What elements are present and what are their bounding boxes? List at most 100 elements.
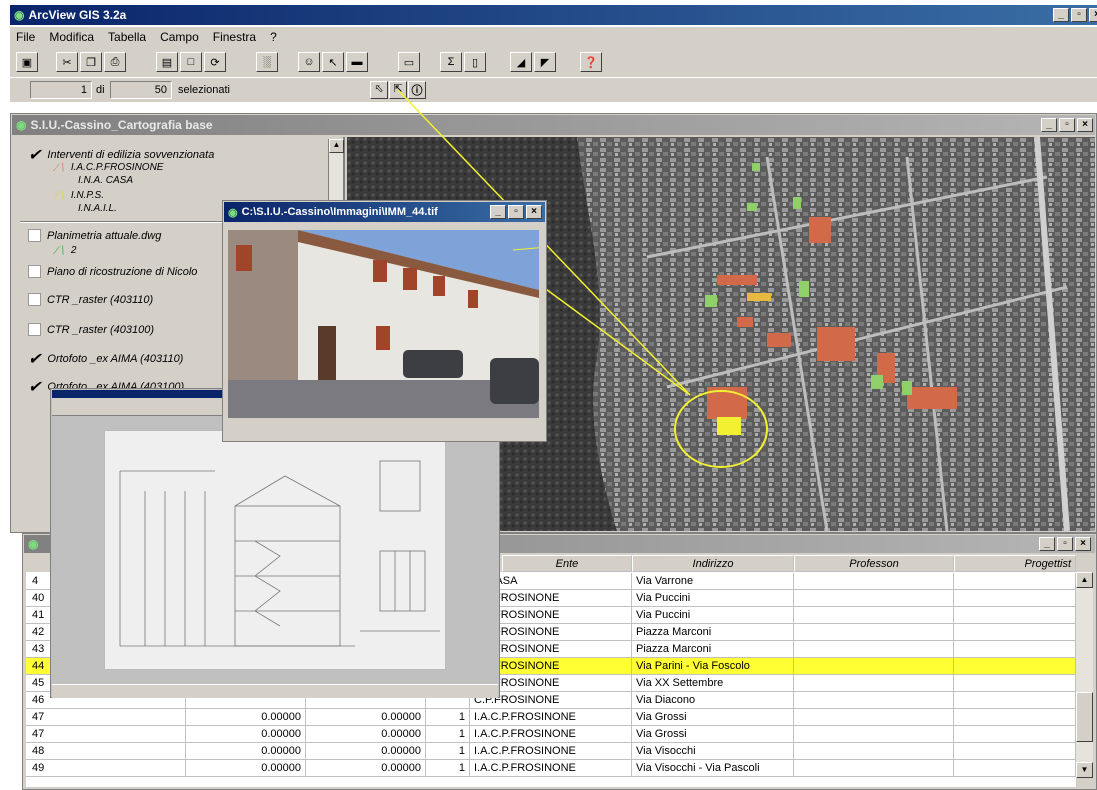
layer-checkbox[interactable] (28, 229, 41, 242)
minimize-button[interactable]: _ (1041, 118, 1057, 132)
legend-layer-ctr-403110[interactable]: CTR _raster (403110) (28, 293, 153, 306)
table-scrollbar[interactable]: ▲ ▼ (1076, 572, 1093, 778)
query-icon[interactable]: ↖ (322, 52, 344, 72)
cell-professon[interactable] (794, 590, 954, 607)
table-icon[interactable]: ▤ (156, 52, 178, 72)
cell-progettist[interactable] (954, 641, 1076, 658)
identify-icon[interactable]: ⓘ (408, 81, 426, 99)
cell-indirizzo[interactable]: Via Visocchi (632, 743, 794, 760)
cell-indirizzo[interactable]: Piazza Marconi (632, 624, 794, 641)
menu-file[interactable]: File (16, 30, 35, 44)
cell-value-2[interactable]: 0.00000 (306, 743, 426, 760)
layer-checkbox[interactable] (28, 265, 41, 278)
cell-progettist[interactable] (954, 573, 1076, 590)
maximize-button[interactable]: ▫ (1057, 537, 1073, 551)
refresh-icon[interactable]: ⟳ (204, 52, 226, 72)
cell-professon[interactable] (794, 641, 954, 658)
vertex-select-icon[interactable]: ⇱ (389, 81, 407, 99)
cell-id[interactable]: 48 (26, 743, 186, 760)
cell-ente[interactable]: I.A.C.P.FROSINONE (470, 743, 632, 760)
cell-professon[interactable] (794, 692, 954, 709)
find-icon[interactable]: ☺ (298, 52, 320, 72)
cell-indirizzo[interactable]: Via Grossi (632, 726, 794, 743)
cell-ente[interactable]: I.A.C.P.FROSINONE (470, 760, 632, 777)
menu-tabella[interactable]: Tabella (108, 30, 146, 44)
column-header-progettist[interactable]: Progettist (954, 555, 1076, 572)
close-button[interactable]: × (1077, 118, 1093, 132)
sort-icon[interactable]: ▬ (346, 52, 368, 72)
legend-layer-piano-ricostruzione[interactable]: Piano di ricostruzione di Nicolo (28, 265, 197, 278)
cell-indirizzo[interactable]: Via Diacono (632, 692, 794, 709)
cell-value-2[interactable]: 0.00000 (306, 709, 426, 726)
cell-count[interactable]: 1 (426, 760, 470, 777)
maximize-button[interactable]: ▫ (508, 205, 524, 219)
cell-value-1[interactable]: 0.00000 (186, 760, 306, 777)
cell-indirizzo[interactable]: Via Varrone (632, 573, 794, 590)
cell-indirizzo[interactable]: Via Visocchi - Via Pascoli (632, 760, 794, 777)
menu-campo[interactable]: Campo (160, 30, 199, 44)
column-header-ente[interactable]: Ente (502, 555, 632, 572)
cell-progettist[interactable] (954, 760, 1076, 777)
checkmark-icon[interactable]: ✔ (28, 377, 41, 397)
cell-value-1[interactable]: 0.00000 (186, 709, 306, 726)
menu-modifica[interactable]: Modifica (49, 30, 94, 44)
cell-progettist[interactable] (954, 726, 1076, 743)
legend-layer-planimetria[interactable]: Planimetria attuale.dwg (28, 229, 161, 242)
cell-value-2[interactable]: 0.00000 (306, 726, 426, 743)
cell-indirizzo[interactable]: Via Puccini (632, 607, 794, 624)
cell-professon[interactable] (794, 607, 954, 624)
join-icon[interactable]: ▭ (398, 52, 420, 72)
menu-help[interactable]: ? (270, 30, 277, 44)
chart-icon[interactable]: ░ (256, 52, 278, 72)
minimize-button[interactable]: _ (1053, 8, 1069, 22)
cell-ente[interactable]: I.A.C.P.FROSINONE (470, 709, 632, 726)
cell-progettist[interactable] (954, 692, 1076, 709)
cell-value-1[interactable]: 0.00000 (186, 743, 306, 760)
cell-progettist[interactable] (954, 590, 1076, 607)
cell-professon[interactable] (794, 726, 954, 743)
cell-professon[interactable] (794, 573, 954, 590)
menu-finestra[interactable]: Finestra (213, 30, 256, 44)
paste-icon[interactable]: ⎙ (104, 52, 126, 72)
cell-count[interactable]: 1 (426, 743, 470, 760)
scroll-up-arrow-icon[interactable]: ▲ (1076, 572, 1093, 588)
scroll-down-arrow-icon[interactable]: ▼ (1076, 762, 1093, 778)
cell-indirizzo[interactable]: Via Grossi (632, 709, 794, 726)
pointer-icon[interactable]: ⬁ (370, 81, 388, 99)
close-button[interactable]: × (1075, 537, 1091, 551)
copy-icon[interactable]: ❐ (80, 52, 102, 72)
cell-professon[interactable] (794, 624, 954, 641)
cut-icon[interactable]: ✂ (56, 52, 78, 72)
minimize-button[interactable]: _ (1039, 537, 1055, 551)
cell-professon[interactable] (794, 743, 954, 760)
cell-progettist[interactable] (954, 607, 1076, 624)
cell-progettist[interactable] (954, 743, 1076, 760)
help-pointer-icon[interactable]: ❓ (580, 52, 602, 72)
close-button[interactable]: × (526, 205, 542, 219)
close-button[interactable]: × (1089, 8, 1097, 22)
maximize-button[interactable]: ▫ (1059, 118, 1075, 132)
cell-id[interactable]: 47 (26, 726, 186, 743)
minimize-button[interactable]: _ (490, 205, 506, 219)
legend-layer-ctr-403100[interactable]: CTR _raster (403100) (28, 323, 154, 336)
layer-checkbox[interactable] (28, 293, 41, 306)
maximize-button[interactable]: ▫ (1071, 8, 1087, 22)
cell-value-2[interactable]: 0.00000 (306, 760, 426, 777)
cell-professon[interactable] (794, 658, 954, 675)
sum-icon[interactable]: Σ (440, 52, 462, 72)
cell-progettist[interactable] (954, 709, 1076, 726)
cell-id[interactable]: 49 (26, 760, 186, 777)
cell-indirizzo[interactable]: Via XX Settembre (632, 675, 794, 692)
cell-id[interactable]: 47 (26, 709, 186, 726)
sort-asc-icon[interactable]: ◢ (510, 52, 532, 72)
cell-professon[interactable] (794, 675, 954, 692)
checkmark-icon[interactable]: ✔ (28, 145, 41, 165)
column-header-indirizzo[interactable]: Indirizzo (632, 555, 794, 572)
stats-icon[interactable]: ▯ (464, 52, 486, 72)
cell-progettist[interactable] (954, 675, 1076, 692)
cell-indirizzo[interactable]: Via Puccini (632, 590, 794, 607)
layer-checkbox[interactable] (28, 323, 41, 336)
cell-value-1[interactable]: 0.00000 (186, 726, 306, 743)
cell-professon[interactable] (794, 709, 954, 726)
select-all-icon[interactable]: □ (180, 52, 202, 72)
